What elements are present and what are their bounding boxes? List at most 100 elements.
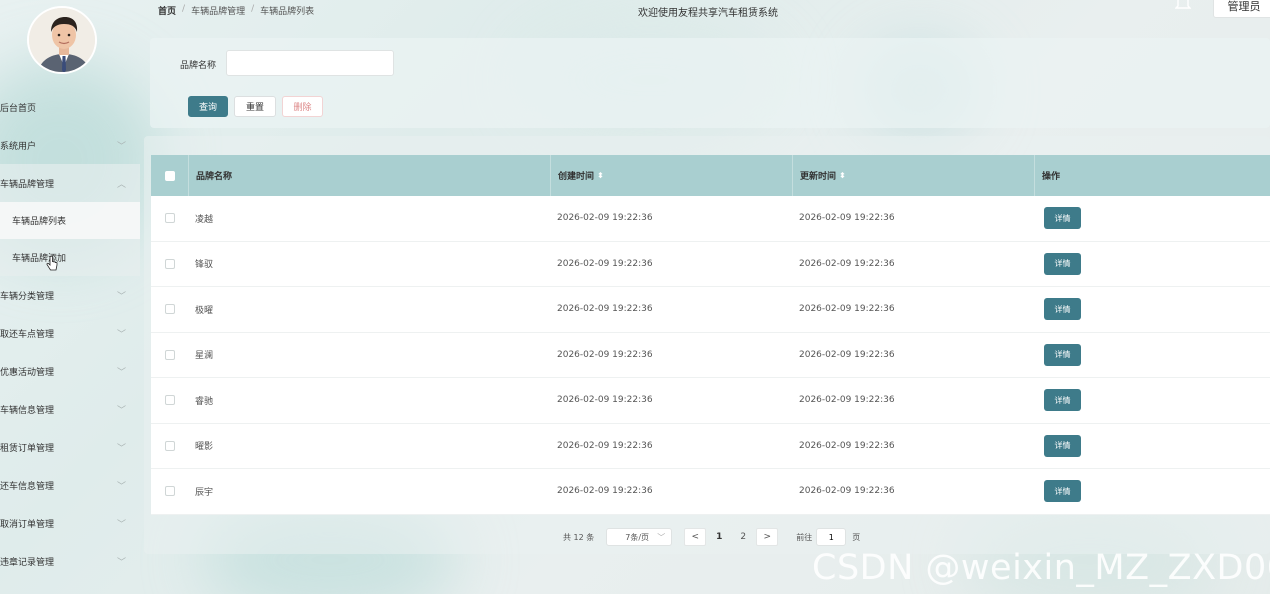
cell-updated-time: 2026-02-09 19:22:36 [799,258,895,269]
user-menu-button[interactable]: 管理员 [1213,0,1270,18]
table-header: 品牌名称 创建时间 ⬍ 更新时间 ⬍ 操作 [151,155,1270,196]
breadcrumb: 首页 / 车辆品牌管理 / 车辆品牌列表 [158,4,314,17]
page-size-value: 7条/页 [625,532,650,542]
detail-button[interactable]: 详情 [1044,298,1081,321]
sort-icon[interactable]: ⬍ [839,171,846,180]
sidebar-item-rental-orders[interactable]: 租赁订单管理 ﹀ [0,428,140,466]
column-header-actions: 操作 [1034,155,1270,196]
cell-updated-time: 2026-02-09 19:22:36 [799,349,895,360]
watermark: CSDN @weixin_MZ_ZXD001 [812,548,1270,588]
sidebar-menu: 后台首页 系统用户 ﹀ 车辆品牌管理 ︿ 车辆品牌列表 车辆品牌添加 车辆分类管… [0,88,140,580]
brand-table: 品牌名称 创建时间 ⬍ 更新时间 ⬍ 操作 凌越 2026-02-09 19:22:3… [151,155,1270,515]
breadcrumb-separator: / [182,4,186,14]
sidebar-item-label: 系统用户 [0,141,37,152]
table-row: 睿驰 2026-02-09 19:22:36 2026-02-09 19:22:36… [151,378,1270,424]
row-checkbox[interactable] [164,258,175,269]
query-button[interactable]: 查询 [188,96,228,117]
detail-button[interactable]: 详情 [1044,207,1081,230]
pagination: 共 12 条 7条/页 ﹀ < 1 2 > 前往 页 [563,528,860,546]
cell-created-time: 2026-02-09 19:22:36 [557,486,653,497]
sidebar-item-label: 车辆信息管理 [0,405,55,416]
sidebar-item-pickup-points[interactable]: 取还车点管理 ﹀ [0,314,140,352]
cell-created-time: 2026-02-09 19:22:36 [557,304,653,315]
breadcrumb-brand-list: 车辆品牌列表 [260,7,315,17]
table-row: 凌越 2026-02-09 19:22:36 2026-02-09 19:22:36… [151,196,1270,242]
sort-icon[interactable]: ⬍ [597,171,604,180]
cell-created-time: 2026-02-09 19:22:36 [557,213,653,224]
column-header-name: 品牌名称 [188,155,550,196]
sidebar-subitem-brand-add[interactable]: 车辆品牌添加 [0,239,140,276]
sidebar-item-label: 优惠活动管理 [0,367,55,378]
prev-page-button[interactable]: < [684,528,707,546]
page-number-2[interactable]: 2 [732,528,754,546]
cell-brand-name: 锋驭 [195,260,214,271]
cell-brand-name: 辰宇 [195,487,214,498]
chevron-down-icon: ﹀ [116,481,126,492]
cell-brand-name: 凌越 [195,214,214,225]
table-row: 锋驭 2026-02-09 19:22:36 2026-02-09 19:22:36… [151,242,1270,287]
sidebar-item-home[interactable]: 后台首页 [0,88,140,126]
avatar[interactable] [27,6,97,74]
column-header-label: 品牌名称 [196,172,233,182]
cell-updated-time: 2026-02-09 19:22:36 [799,486,895,497]
column-header-created[interactable]: 创建时间 ⬍ [550,155,792,196]
row-checkbox[interactable] [164,486,175,497]
column-header-label: 创建时间 [558,172,595,182]
sidebar-item-return-info[interactable]: 还车信息管理 ﹀ [0,466,140,504]
row-checkbox[interactable] [164,440,175,451]
goto-label: 前往 [796,532,813,542]
sidebar-item-category[interactable]: 车辆分类管理 ﹀ [0,276,140,314]
table-row: 星澜 2026-02-09 19:22:36 2026-02-09 19:22:36… [151,333,1270,378]
page-size-select[interactable]: 7条/页 ﹀ [606,528,673,546]
search-panel: 品牌名称 查询 重置 删除 [150,38,1270,128]
chevron-down-icon: ﹀ [116,141,126,152]
row-checkbox[interactable] [164,349,175,360]
bell-icon[interactable] [1175,0,1191,10]
cell-created-time: 2026-02-09 19:22:36 [557,395,653,406]
table-row: 极曜 2026-02-09 19:22:36 2026-02-09 19:22:36… [151,287,1270,333]
column-header-label: 更新时间 [800,172,837,182]
column-header-updated[interactable]: 更新时间 ⬍ [792,155,1034,196]
cell-brand-name: 曜影 [195,442,214,453]
table-row: 辰宇 2026-02-09 19:22:36 2026-02-09 19:22:36… [151,469,1270,515]
cell-created-time: 2026-02-09 19:22:36 [557,258,653,269]
detail-button[interactable]: 详情 [1044,434,1081,457]
chevron-down-icon: ﹀ [116,557,126,568]
chevron-down-icon: ﹀ [116,519,126,530]
sidebar-item-label: 违章记录管理 [0,557,55,568]
sidebar-item-cancel-orders[interactable]: 取消订单管理 ﹀ [0,504,140,542]
page-number-1[interactable]: 1 [708,528,730,546]
brand-name-input[interactable] [226,50,394,76]
sidebar-item-vehicle-info[interactable]: 车辆信息管理 ﹀ [0,390,140,428]
detail-button[interactable]: 详情 [1044,343,1081,366]
chevron-down-icon: ﹀ [116,443,126,454]
sidebar-item-promotions[interactable]: 优惠活动管理 ﹀ [0,352,140,390]
goto-page-input[interactable] [816,528,847,546]
cell-brand-name: 极曜 [195,305,214,316]
breadcrumb-home[interactable]: 首页 [158,4,176,17]
sidebar-item-violations[interactable]: 违章记录管理 ﹀ [0,542,140,580]
sidebar-group-brand: 车辆品牌管理 ︿ 车辆品牌列表 车辆品牌添加 [0,164,140,276]
delete-button[interactable]: 删除 [282,96,323,117]
row-checkbox[interactable] [164,395,175,406]
select-all-checkbox[interactable] [164,170,175,181]
sidebar-item-label: 还车信息管理 [0,481,55,492]
sidebar-item-brand-management[interactable]: 车辆品牌管理 ︿ [0,164,140,202]
table-row: 曜影 2026-02-09 19:22:36 2026-02-09 19:22:36… [151,424,1270,469]
row-checkbox[interactable] [164,304,175,315]
detail-button[interactable]: 详情 [1044,480,1081,503]
breadcrumb-brand-management[interactable]: 车辆品牌管理 [191,4,245,17]
breadcrumb-separator: / [251,4,255,14]
sidebar-item-system-users[interactable]: 系统用户 ﹀ [0,126,140,164]
cell-created-time: 2026-02-09 19:22:36 [557,440,653,451]
page-suffix: 页 [852,532,861,542]
detail-button[interactable]: 详情 [1044,252,1081,275]
sidebar-subitem-brand-list[interactable]: 车辆品牌列表 [0,202,140,239]
cell-updated-time: 2026-02-09 19:22:36 [799,304,895,315]
detail-button[interactable]: 详情 [1044,389,1081,412]
reset-button[interactable]: 重置 [234,96,276,117]
row-checkbox[interactable] [164,213,175,224]
next-page-button[interactable]: > [756,528,779,546]
chevron-down-icon: ﹀ [116,405,126,416]
sidebar-item-label: 租赁订单管理 [0,443,55,454]
